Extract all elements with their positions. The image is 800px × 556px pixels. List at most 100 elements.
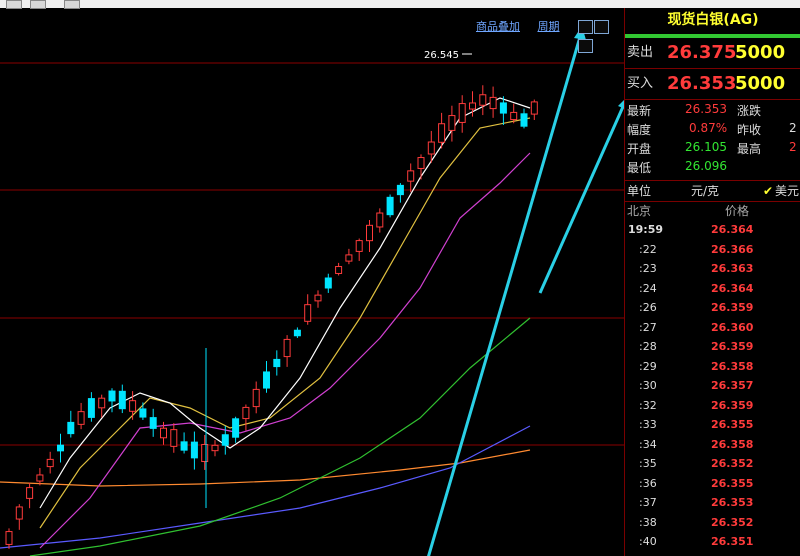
candle-body <box>314 294 322 302</box>
pct-value: 0.87% <box>689 121 728 135</box>
high-marker: 26.545 <box>424 50 472 61</box>
tick-row: :35 26.352 <box>625 454 800 474</box>
overlay-link[interactable]: 商品叠加 <box>476 20 520 33</box>
ticks-col-price: 价格 <box>725 204 750 218</box>
kline-svg: 26.545 <box>0 26 624 556</box>
ticks-header: 北京 价格 <box>625 202 800 220</box>
unit-alt[interactable]: 美元 <box>775 181 799 201</box>
candle-body <box>520 113 528 127</box>
ma60-line <box>29 317 531 556</box>
kline-chart[interactable]: 26.545 商品叠加 周期 <box>0 8 624 556</box>
candles <box>5 85 538 549</box>
tick-time: :33 <box>639 418 657 431</box>
chart-toolbar-links: 商品叠加 周期 <box>476 18 574 34</box>
buy-price: 26.353 <box>667 73 737 94</box>
tick-row: :34 26.358 <box>625 435 800 455</box>
tick-time: :35 <box>639 457 657 470</box>
open-value: 26.105 <box>685 140 727 154</box>
candle-body <box>201 443 209 463</box>
tick-time: :34 <box>639 437 657 451</box>
tick-time: :23 <box>639 262 657 275</box>
buy-label: 买入 <box>627 76 654 91</box>
tick-row: :27 26.360 <box>625 318 800 338</box>
tick-time: :22 <box>639 242 657 256</box>
candle-body <box>407 170 415 182</box>
tick-price: 26.358 <box>711 437 754 451</box>
tick-row: :23 26.363 <box>625 259 800 279</box>
sell-qty: 5000 <box>735 42 786 63</box>
candle-body <box>479 94 487 106</box>
candle-body <box>36 474 44 482</box>
candle-body <box>211 444 219 452</box>
candle-body <box>170 429 178 447</box>
instrument-title: 现货白银(AG) <box>625 8 800 38</box>
grid <box>0 62 624 446</box>
annotation-arrows <box>427 26 624 556</box>
period-next-icon[interactable] <box>594 20 609 34</box>
sell-row: 卖出 26.375 5000 <box>625 38 800 69</box>
window-titlebar <box>0 0 800 9</box>
tick-price: 26.364 <box>711 223 754 236</box>
prev-close-value: 2 <box>789 121 797 135</box>
tick-row: :29 26.358 <box>625 357 800 377</box>
tick-row: :30 26.357 <box>625 376 800 396</box>
ma5-line <box>39 97 531 509</box>
candle-body <box>530 101 538 115</box>
candle-body <box>489 96 497 110</box>
open-label: 开盘 <box>627 142 652 156</box>
candle-body <box>324 277 332 289</box>
low-label: 最低 <box>627 161 652 175</box>
period-prev-icon[interactable] <box>578 20 593 34</box>
candle-body <box>190 441 198 459</box>
candle-body <box>427 141 435 155</box>
quote-panel: 现货白银(AG) 卖出 26.375 5000 买入 26.353 5000 最… <box>624 8 800 556</box>
period-link[interactable]: 周期 <box>538 20 560 33</box>
candle-body <box>180 441 188 451</box>
candle-body <box>386 196 394 216</box>
tick-price: 26.359 <box>711 340 754 353</box>
candle-body <box>345 254 353 262</box>
candle-body <box>242 406 250 420</box>
prev-close-label: 昨收 <box>737 123 762 137</box>
check-icon: ✔ <box>763 184 774 198</box>
latest-value: 26.353 <box>685 102 727 116</box>
tick-time: 19:59 <box>628 223 664 236</box>
tick-row: 19:59 26.364 <box>625 220 800 240</box>
candle-body <box>355 240 363 252</box>
tick-row: :36 26.355 <box>625 474 800 494</box>
candle-body <box>232 418 240 438</box>
candle-body <box>118 390 126 410</box>
candle-body <box>149 417 157 429</box>
tick-price: 26.358 <box>711 359 754 373</box>
candle-body <box>139 408 147 418</box>
tick-time: :37 <box>639 496 657 509</box>
tick-price: 26.359 <box>711 301 754 314</box>
buy-qty: 5000 <box>735 73 786 94</box>
tick-price: 26.354 <box>711 552 753 556</box>
tick-row: :24 26.364 <box>625 279 800 299</box>
tick-row: :40 26.351 <box>625 532 800 552</box>
ma10-line <box>39 117 531 529</box>
candle-body <box>26 487 34 499</box>
candle-body <box>469 102 476 110</box>
tick-price: 26.357 <box>711 379 754 392</box>
candle-body <box>366 224 373 242</box>
candle-body <box>77 411 85 425</box>
tick-price: 26.355 <box>711 476 754 490</box>
low-value: 26.096 <box>685 159 727 173</box>
sell-label: 卖出 <box>627 45 654 60</box>
candle-body <box>417 157 425 169</box>
tick-price: 26.355 <box>711 418 754 431</box>
tick-row: :32 26.359 <box>625 396 800 416</box>
tick-time: :41 <box>639 552 657 556</box>
tick-price: 26.363 <box>711 262 754 275</box>
tick-price: 26.351 <box>711 535 754 548</box>
candle-body <box>510 111 518 121</box>
unit-value[interactable]: 元/克 <box>691 181 719 201</box>
period-grid-icon[interactable] <box>578 39 593 53</box>
unit-label: 单位 <box>627 184 652 198</box>
candle-body <box>304 304 312 322</box>
tick-price: 26.364 <box>711 281 754 295</box>
tick-time: :26 <box>639 301 657 314</box>
candle-body <box>283 338 291 358</box>
